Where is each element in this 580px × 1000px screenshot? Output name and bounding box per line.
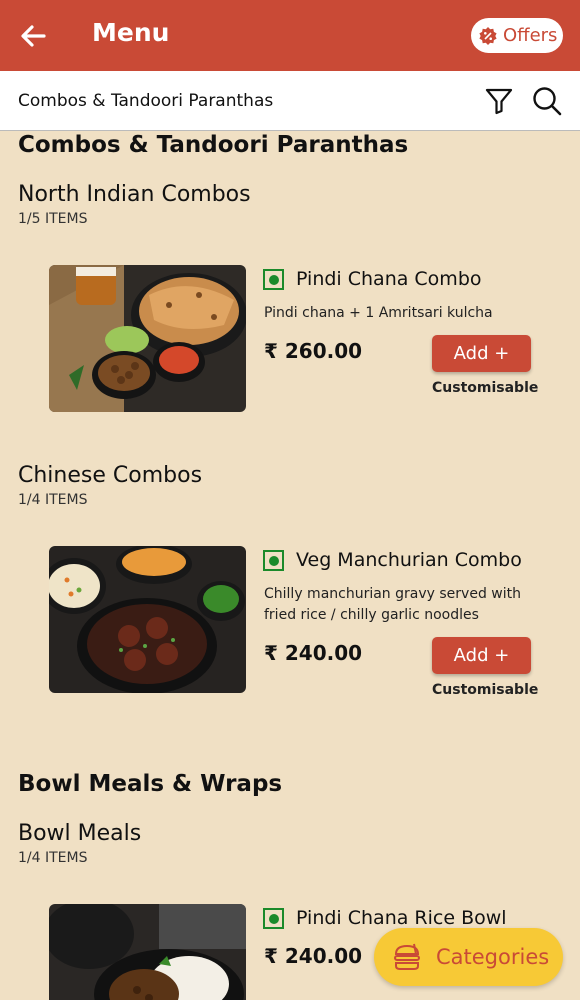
page-title: Menu [92, 18, 170, 47]
category-item-count: 1/4 ITEMS [18, 492, 88, 508]
section-title: Bowl Meals & Wraps [18, 771, 283, 797]
offers-button[interactable]: Offers [471, 18, 563, 53]
offers-label: Offers [503, 25, 558, 46]
back-button[interactable] [16, 19, 50, 53]
category-title: North Indian Combos [18, 182, 251, 207]
categories-label: Categories [436, 945, 550, 969]
dish-price: ₹ 240.00 [264, 944, 363, 968]
veg-indicator-icon [263, 550, 284, 571]
veg-indicator-icon [263, 269, 284, 290]
back-arrow-icon [21, 25, 46, 47]
menu-list[interactable]: Combos & Tandoori Paranthas North Indian… [0, 131, 580, 1000]
filter-icon [485, 88, 513, 115]
search-button[interactable] [531, 85, 563, 117]
add-button[interactable]: Add + [432, 335, 531, 372]
dish-image [49, 265, 246, 412]
dish-name: Veg Manchurian Combo [296, 549, 522, 571]
dish-name: Pindi Chana Combo [296, 268, 482, 290]
subheader-title: Combos & Tandoori Paranthas [18, 91, 274, 111]
burger-icon [394, 943, 420, 970]
dish-price: ₹ 240.00 [264, 641, 363, 665]
category-subheader: Combos & Tandoori Paranthas [0, 71, 580, 131]
dish-description: Chilly manchurian gravy served with frie… [264, 586, 521, 623]
category-item-count: 1/5 ITEMS [18, 211, 88, 227]
customisable-note: Customisable [432, 682, 539, 698]
category-title: Bowl Meals [18, 821, 142, 846]
dish-price: ₹ 260.00 [264, 339, 363, 363]
veg-indicator-icon [263, 908, 284, 929]
dish-image [49, 904, 246, 1000]
dish-description: Pindi chana + 1 Amritsari kulcha [264, 305, 493, 321]
dish-name: Pindi Chana Rice Bowl [296, 907, 507, 929]
menu-item-card[interactable]: Veg Manchurian Combo Chilly manchurian g… [0, 546, 580, 698]
customisable-note: Customisable [432, 380, 539, 396]
section-title: Combos & Tandoori Paranthas [18, 132, 409, 158]
categories-button[interactable]: Categories [374, 928, 563, 986]
category-title: Chinese Combos [18, 463, 203, 488]
filter-button[interactable] [484, 86, 514, 116]
offers-badge-icon [479, 26, 497, 45]
category-item-count: 1/4 ITEMS [18, 850, 88, 866]
dish-image [49, 546, 246, 693]
add-button[interactable]: Add + [432, 637, 531, 674]
search-icon [533, 87, 562, 116]
app-bar: Menu Offers [0, 0, 580, 71]
menu-item-card[interactable]: Pindi Chana Combo Pindi chana + 1 Amrits… [0, 265, 580, 415]
